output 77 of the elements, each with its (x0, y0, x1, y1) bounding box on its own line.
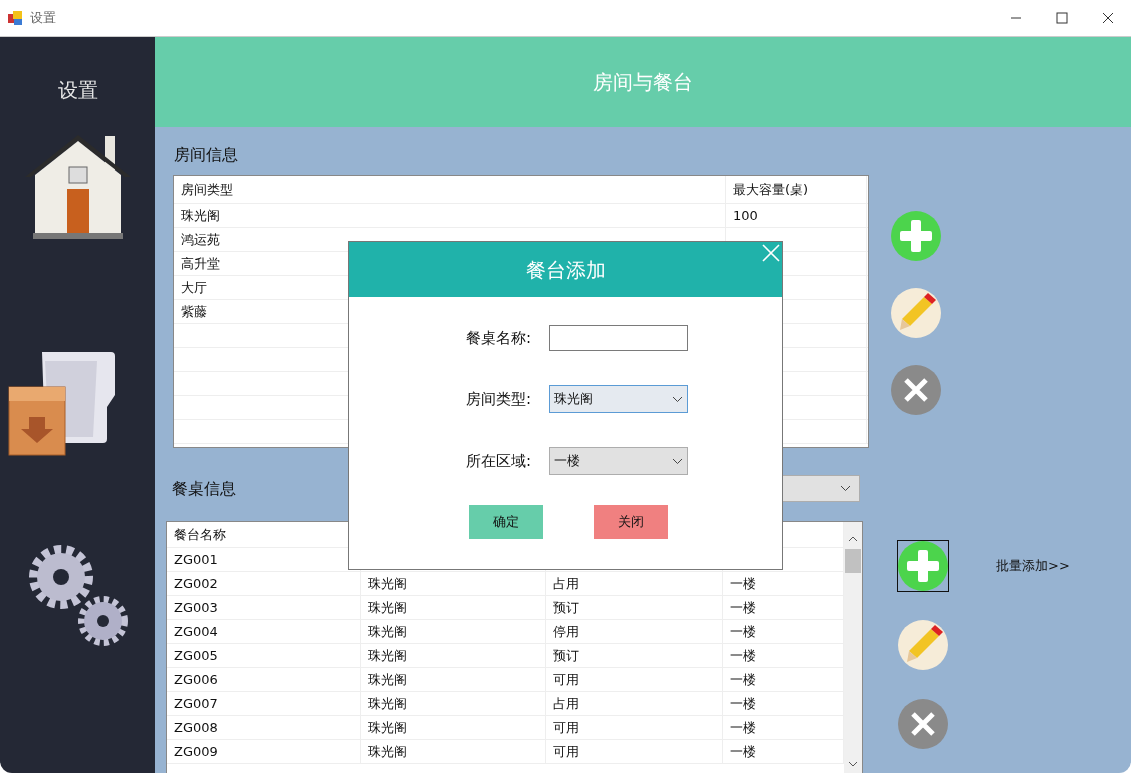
close-icon[interactable] (762, 244, 780, 262)
table-cell-text: 珠光阁 (368, 574, 407, 593)
scroll-up-icon[interactable] (848, 534, 858, 542)
dropdown[interactable]: 珠光阁 (549, 385, 688, 413)
table-cell-text: ZG002 (174, 574, 218, 593)
table-cell-text: 珠光阁 (368, 694, 407, 713)
caret-icon (672, 395, 683, 403)
field-label: 所在区域: (464, 450, 531, 472)
column-header: 房间类型 (181, 180, 233, 199)
column-header: 餐台名称 (174, 525, 226, 544)
table-cell-text: 珠光阁 (368, 646, 407, 665)
scroll-down-icon[interactable] (848, 761, 858, 769)
table-cell-text: 珠光阁 (368, 718, 407, 737)
table-cell-text: 珠光阁 (368, 622, 407, 641)
app-icon (8, 11, 22, 25)
table-cell-text: 占用 (553, 574, 579, 593)
caret-icon (840, 485, 851, 493)
table-cell-text: 一楼 (730, 718, 756, 737)
table-cell-text: 大厅 (181, 278, 207, 297)
table-cell-text: 珠光阁 (368, 742, 407, 761)
pencil-icon (898, 619, 948, 670)
window-title: 设置 (30, 9, 56, 28)
scrollbar[interactable] (844, 521, 862, 773)
delete-icon (898, 698, 948, 749)
table-cell-text: ZG006 (174, 670, 218, 689)
dialog-title: 餐台添加 (525, 256, 606, 284)
table-cell-text: ZG001 (174, 550, 218, 569)
scroll-thumb[interactable] (845, 549, 861, 574)
table-cell-text: 预订 (553, 598, 579, 617)
table-cell-text: 预订 (553, 646, 579, 665)
add-icon (898, 540, 948, 591)
field-label: 房间类型: (464, 388, 531, 410)
table-cell-text: 占用 (553, 694, 579, 713)
table-cell-text: 可用 (553, 718, 579, 737)
close-button[interactable]: 关闭 (594, 505, 668, 539)
table-cell-text: ZG004 (174, 622, 218, 641)
input-field[interactable] (549, 325, 688, 351)
caret-icon (672, 457, 683, 465)
table-cell-text: 紫藤 (181, 302, 207, 321)
delete-button[interactable] (897, 697, 949, 750)
table-cell-text: 珠光阁 (368, 670, 407, 689)
pencil-icon (891, 287, 941, 338)
table-cell-text: 可用 (553, 670, 579, 689)
table-cell-text: 高升堂 (181, 254, 220, 273)
add-icon (891, 210, 941, 261)
table-cell-text: ZG008 (174, 718, 218, 737)
table-cell-text: 一楼 (730, 574, 756, 593)
batch-add-link[interactable]: 批量添加>> (996, 556, 1070, 576)
table-cell-text: 一楼 (730, 598, 756, 617)
edit-button[interactable] (897, 618, 949, 671)
sidebar-title: 设置 (57, 77, 98, 104)
table-cell-text: 可用 (553, 742, 579, 761)
column-header: 最大容量(桌) (733, 180, 809, 199)
table-cell-text: ZG005 (174, 646, 218, 665)
edit-button[interactable] (890, 286, 942, 339)
table-cell-text: 一楼 (730, 646, 756, 665)
table-cell-text: 珠光阁 (368, 598, 407, 617)
table-cell-text: 停用 (553, 622, 579, 641)
delete-icon (891, 364, 941, 415)
table-cell-text: 一楼 (730, 742, 756, 761)
section-title: 房间信息 (174, 143, 239, 166)
field-label: 餐桌名称: (464, 327, 531, 349)
section-title: 餐桌信息 (172, 477, 236, 500)
table-cell-text: 珠光阁 (181, 206, 220, 225)
table-cell-text: 一楼 (730, 694, 756, 713)
table-cell-text: 鸿运苑 (181, 230, 220, 249)
table-cell-text: 100 (733, 206, 758, 225)
table-cell-text: ZG007 (174, 694, 218, 713)
table-cell-text: 一楼 (730, 622, 756, 641)
confirm-button[interactable]: 确定 (469, 505, 543, 539)
delete-button[interactable] (890, 363, 942, 416)
add-button[interactable] (897, 539, 949, 592)
dropdown[interactable]: 一楼 (549, 447, 688, 475)
table-cell-text: 一楼 (730, 670, 756, 689)
table-cell-text: ZG009 (174, 742, 218, 761)
page-title: 房间与餐台 (593, 68, 693, 96)
table-cell-text: ZG003 (174, 598, 218, 617)
